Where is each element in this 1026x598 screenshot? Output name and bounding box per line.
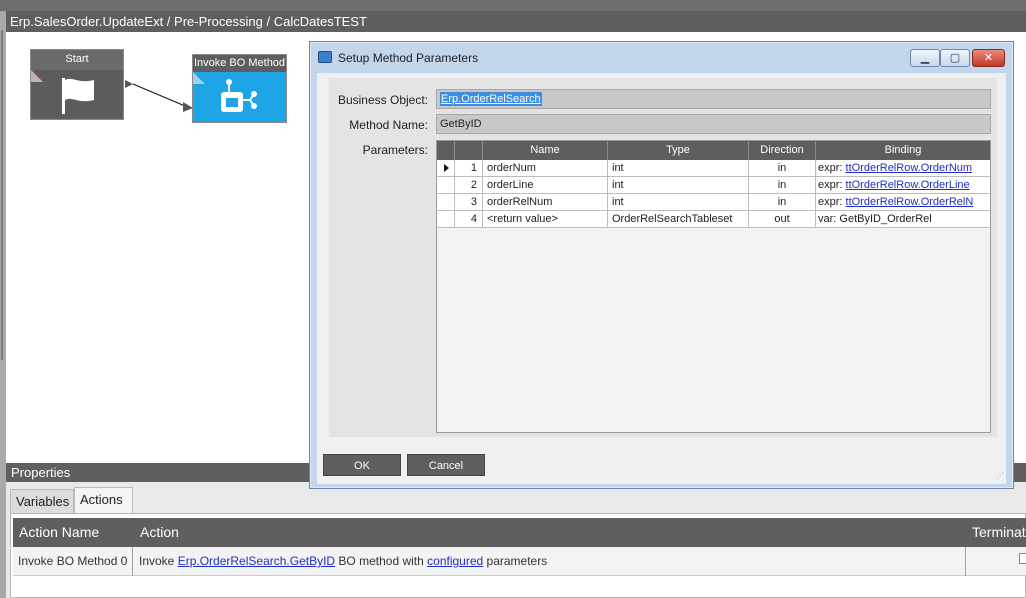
binding-prefix: var: GetByID_OrderRel <box>818 213 932 225</box>
top-strip <box>0 0 1026 11</box>
row-indicator-cell[interactable] <box>437 160 455 177</box>
tab-actions[interactable]: Actions <box>74 487 133 514</box>
param-name-cell[interactable]: orderNum <box>483 160 608 177</box>
param-binding-cell[interactable]: var: GetByID_OrderRel <box>816 211 990 228</box>
close-button[interactable]: ✕ <box>972 49 1005 67</box>
connector-arrow <box>125 80 193 112</box>
binding-prefix: expr: <box>818 162 846 174</box>
action-name-cell[interactable]: Invoke BO Method 0 <box>18 547 127 576</box>
action-text-pre: Invoke <box>139 554 178 568</box>
left-scroll-thumb[interactable] <box>1 30 3 360</box>
row-number-header <box>455 141 483 160</box>
param-direction-cell[interactable]: out <box>749 211 816 228</box>
column-separator <box>965 547 966 576</box>
ok-button[interactable]: OK <box>323 454 401 476</box>
start-node-body: + <box>31 70 123 119</box>
bo-method-link[interactable]: Erp.OrderRelSearch.GetByID <box>178 554 335 568</box>
param-binding-cell[interactable]: expr: ttOrderRelRow.OrderLine <box>816 177 990 194</box>
designer-title: Erp.SalesOrder.UpdateExt / Pre-Processin… <box>6 11 1026 32</box>
terminate-checkbox[interactable] <box>1019 553 1026 564</box>
binding-prefix: expr: <box>818 179 846 191</box>
param-direction-cell[interactable]: in <box>749 160 816 177</box>
param-type-cell[interactable]: OrderRelSearchTableset <box>608 211 749 228</box>
row-indicator-header <box>437 141 455 160</box>
param-type-cell[interactable]: int <box>608 177 749 194</box>
configured-link[interactable]: configured <box>427 554 483 568</box>
close-icon: ✕ <box>983 52 994 64</box>
column-separator <box>132 547 133 576</box>
invoke-bo-method-node[interactable]: Invoke BO Method + <box>192 54 287 123</box>
column-direction[interactable]: Direction <box>749 141 816 160</box>
business-object-label: Business Object: <box>337 93 428 107</box>
action-cell: Invoke Erp.OrderRelSearch.GetByID BO met… <box>139 547 547 576</box>
business-object-value[interactable]: Erp.OrderRelSearch <box>440 92 542 106</box>
resize-grip-icon[interactable]: ⋰ <box>996 472 1004 480</box>
corner-marker-icon <box>193 72 205 84</box>
row-number-cell: 3 <box>455 194 483 211</box>
action-text-mid: BO method with <box>335 554 428 568</box>
column-action[interactable]: Action <box>140 518 179 547</box>
start-node[interactable]: Start + <box>30 49 124 120</box>
row-indicator-cell[interactable] <box>437 177 455 194</box>
column-type[interactable]: Type <box>608 141 749 160</box>
start-node-label: Start <box>31 50 123 70</box>
corner-marker-icon <box>31 70 43 82</box>
bo-node-label: Invoke BO Method <box>193 55 286 72</box>
column-binding[interactable]: Binding <box>816 141 990 160</box>
param-binding-cell[interactable]: expr: ttOrderRelRow.OrderRelN <box>816 194 990 211</box>
method-name-field[interactable]: GetByID <box>436 114 991 134</box>
maximize-icon: ▢ <box>949 52 961 64</box>
param-name-cell[interactable]: orderRelNum <box>483 194 608 211</box>
binding-link[interactable]: ttOrderRelRow.OrderRelN <box>846 196 974 208</box>
row-number-cell: 2 <box>455 177 483 194</box>
column-terminate[interactable]: Terminate <box>972 518 1026 547</box>
action-text-post: parameters <box>483 554 548 568</box>
minimize-button[interactable]: ▁ <box>910 49 940 67</box>
param-name-cell[interactable]: <return value> <box>483 211 608 228</box>
tab-variables[interactable]: Variables <box>10 489 74 514</box>
param-name-cell[interactable]: orderLine <box>483 177 608 194</box>
binding-link[interactable]: ttOrderRelRow.OrderNum <box>846 162 973 174</box>
param-binding-cell[interactable]: expr: ttOrderRelRow.OrderNum <box>816 160 990 177</box>
row-number-cell: 1 <box>455 160 483 177</box>
business-object-field[interactable]: Erp.OrderRelSearch <box>436 89 991 109</box>
column-name[interactable]: Name <box>483 141 608 160</box>
method-name-label: Method Name: <box>349 118 428 132</box>
row-indicator-cell[interactable] <box>437 194 455 211</box>
bo-method-icon <box>221 79 257 112</box>
dialog-app-icon <box>318 51 332 63</box>
row-indicator-cell[interactable] <box>437 211 455 228</box>
flag-icon <box>62 78 94 114</box>
bo-node-body: + <box>193 72 286 122</box>
column-action-name[interactable]: Action Name <box>19 518 99 547</box>
binding-link[interactable]: ttOrderRelRow.OrderLine <box>846 179 970 191</box>
param-direction-cell[interactable]: in <box>749 194 816 211</box>
parameters-label: Parameters: <box>362 143 428 157</box>
binding-prefix: expr: <box>818 196 846 208</box>
param-direction-cell[interactable]: in <box>749 177 816 194</box>
param-type-cell[interactable]: int <box>608 194 749 211</box>
dialog-title: Setup Method Parameters <box>338 51 479 65</box>
param-type-cell[interactable]: int <box>608 160 749 177</box>
maximize-button[interactable]: ▢ <box>940 49 970 67</box>
cancel-button[interactable]: Cancel <box>407 454 485 476</box>
minimize-icon: ▁ <box>920 52 930 64</box>
row-number-cell: 4 <box>455 211 483 228</box>
